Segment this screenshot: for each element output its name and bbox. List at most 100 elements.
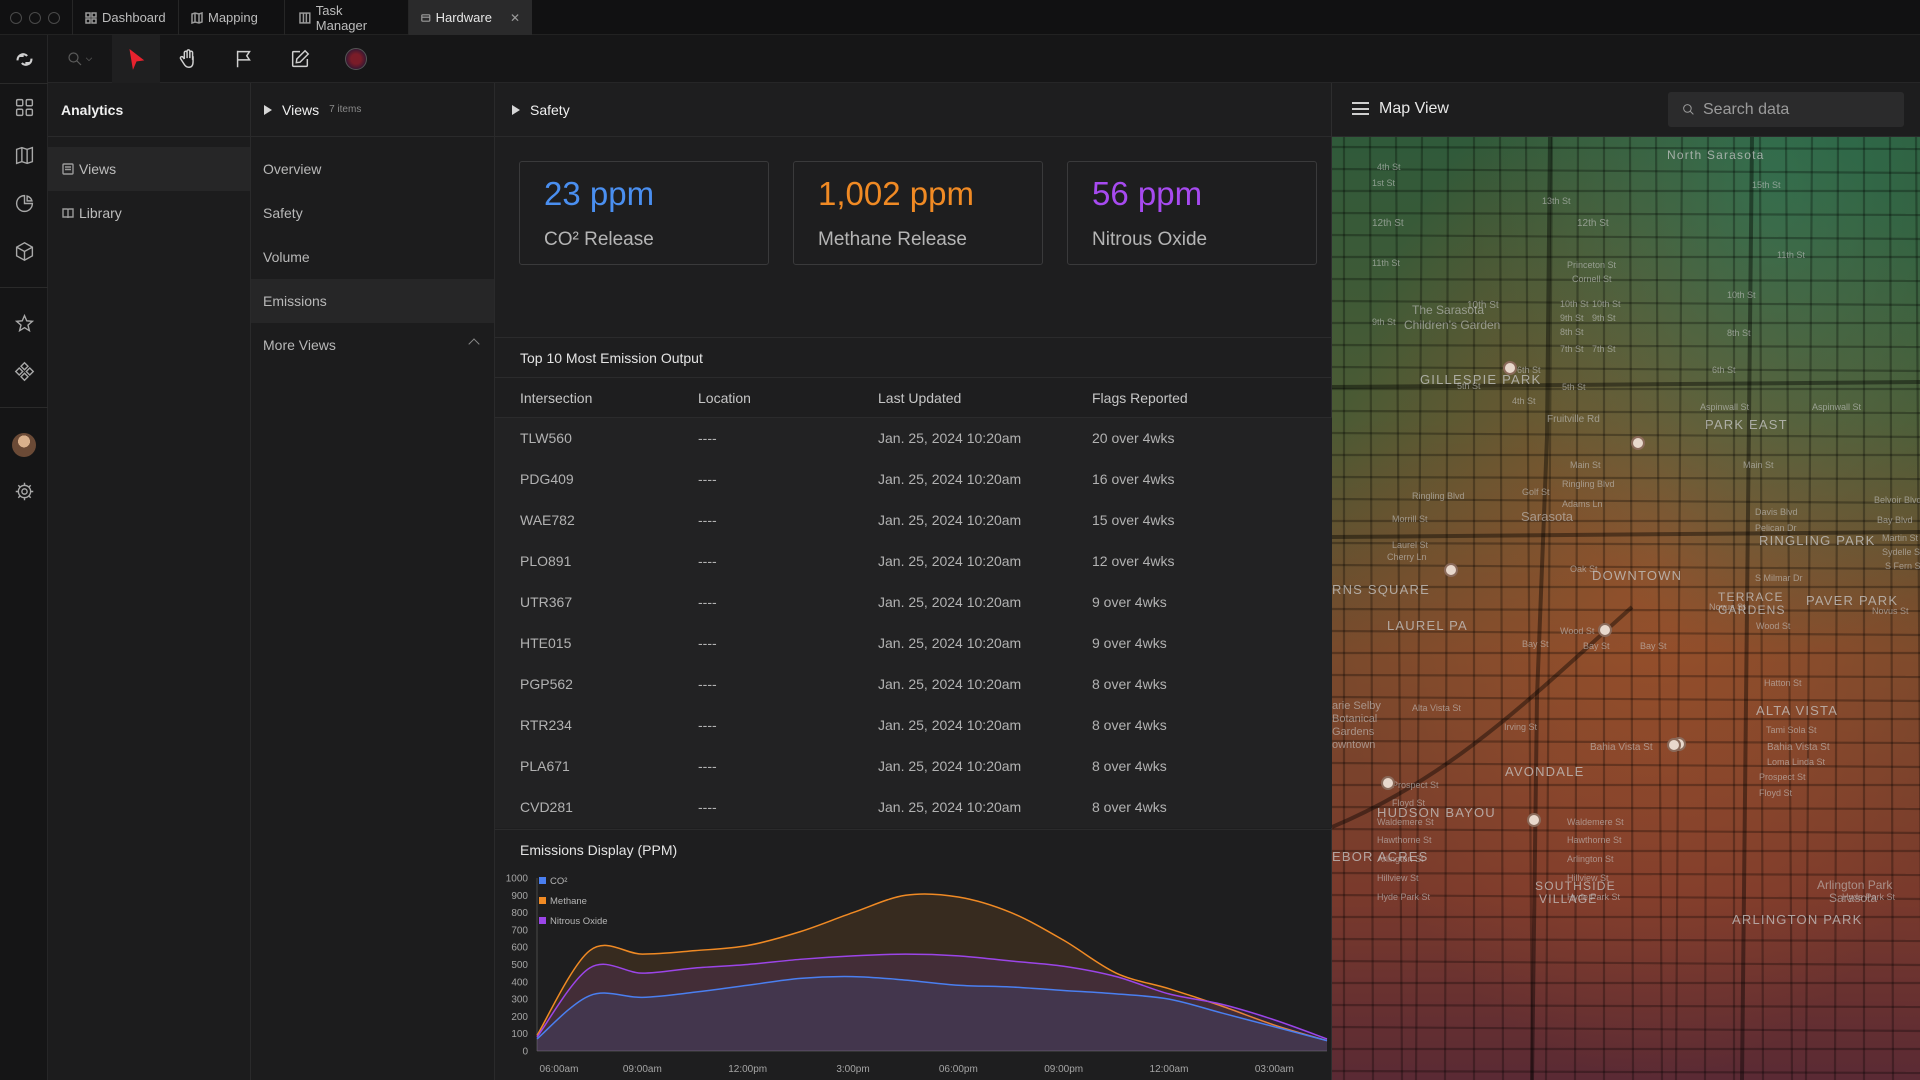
map-marker[interactable]	[1381, 776, 1395, 790]
tab-mapping[interactable]: Mapping	[178, 0, 284, 35]
nav-item-library[interactable]: Library	[48, 191, 250, 235]
view-item-volume[interactable]: Volume	[251, 235, 494, 279]
column-header[interactable]: Flags Reported	[1092, 377, 1332, 418]
table-row[interactable]: TLW560 ---- Jan. 25, 2024 10:20am 20 over 4…	[495, 417, 1332, 459]
map-label: Sarasota	[1521, 509, 1574, 524]
edit-tool-button[interactable]	[284, 43, 316, 75]
view-item-emissions[interactable]: Emissions	[251, 279, 494, 323]
map-label: 9th St	[1592, 313, 1616, 323]
map-label: owntown	[1332, 739, 1375, 751]
maximize-window-button[interactable]	[48, 12, 60, 24]
map-marker[interactable]	[1667, 738, 1681, 752]
table-row[interactable]: PDG409 ---- Jan. 25, 2024 10:20am 16 over 4…	[495, 458, 1332, 500]
map-label: Bay Blvd	[1877, 515, 1913, 525]
column-header[interactable]: Last Updated	[878, 377, 1092, 418]
table-row[interactable]: RTR234 ---- Jan. 25, 2024 10:20am 8 over 4w…	[495, 704, 1332, 746]
table-row[interactable]: WAE782 ---- Jan. 25, 2024 10:20am 15 over 4…	[495, 499, 1332, 541]
map-label: Waldemere St	[1377, 817, 1434, 827]
legend-swatch	[539, 917, 546, 924]
flag-icon	[236, 50, 251, 68]
map-label: Main St	[1570, 460, 1601, 470]
map-label: Martin St	[1882, 533, 1919, 543]
menu-icon[interactable]	[1352, 102, 1369, 115]
close-window-button[interactable]	[10, 12, 22, 24]
intersection-cell: PLO891	[520, 553, 572, 569]
avatar[interactable]	[12, 433, 36, 457]
zoom-dropdown[interactable]	[58, 43, 102, 75]
location-cell: ----	[698, 553, 717, 569]
table-row[interactable]: UTR367 ---- Jan. 25, 2024 10:20am 9 over 4w…	[495, 581, 1332, 623]
map-header: Map View	[1332, 83, 1920, 137]
metric-label: Methane Release	[818, 229, 967, 250]
cube-icon[interactable]	[12, 239, 36, 263]
tab-dashboard[interactable]: Dashboard	[72, 0, 178, 35]
minimize-window-button[interactable]	[29, 12, 41, 24]
map-label: 4th St	[1512, 396, 1536, 406]
hand-tool-button[interactable]	[172, 43, 204, 75]
nav-item-views[interactable]: Views	[48, 147, 250, 191]
map-label: Adams Ln	[1562, 499, 1603, 509]
view-item-overview[interactable]: Overview	[251, 147, 494, 191]
intersection-cell: PDG409	[520, 471, 574, 487]
gear-icon[interactable]	[12, 479, 36, 503]
map-label: 1st St	[1372, 178, 1396, 188]
view-item-safety[interactable]: Safety	[251, 191, 494, 235]
hand-icon	[179, 49, 194, 68]
tab-hardware[interactable]: Hardware ✕	[408, 0, 532, 35]
intersection-cell: TLW560	[520, 430, 572, 447]
column-header[interactable]: Intersection	[495, 377, 698, 418]
grid-icon[interactable]	[12, 95, 36, 119]
map-label: 6th St	[1712, 365, 1736, 375]
table-row[interactable]: CVD281 ---- Jan. 25, 2024 10:20am 8 over 4w…	[495, 786, 1332, 828]
table-row[interactable]: PLO891 ---- Jan. 25, 2024 10:20am 12 over 4…	[495, 540, 1332, 582]
close-tab-icon[interactable]: ✕	[510, 11, 520, 25]
map-marker[interactable]	[1598, 623, 1612, 637]
components-icon[interactable]	[12, 359, 36, 383]
column-header[interactable]: Location	[698, 377, 878, 418]
flags-cell: 9 over 4wks	[1092, 635, 1167, 651]
chevron-down-icon	[85, 57, 93, 62]
tab-task-manager[interactable]: Task Manager	[284, 0, 408, 35]
flag-tool-button[interactable]	[228, 43, 260, 75]
safety-header[interactable]: Safety	[495, 83, 1331, 137]
pointer-icon	[129, 49, 145, 70]
star-icon[interactable]	[12, 311, 36, 335]
table-row[interactable]: PGP562 ---- Jan. 25, 2024 10:20am 8 over 4w…	[495, 663, 1332, 705]
map-label: 10th St	[1560, 299, 1589, 309]
app-logo-icon[interactable]	[12, 47, 36, 71]
analytics-pie-icon[interactable]	[12, 191, 36, 215]
last-updated-cell: Jan. 25, 2024 10:20am	[878, 512, 1022, 528]
intersection-cell: UTR367	[520, 594, 573, 610]
map-marker[interactable]	[1503, 361, 1517, 375]
map-marker[interactable]	[1527, 813, 1541, 827]
search-box[interactable]	[1668, 92, 1904, 127]
map-label: Ringling Blvd	[1562, 479, 1615, 489]
map-marker[interactable]	[1631, 436, 1645, 450]
pointer-tool-button[interactable]	[112, 35, 160, 83]
flags-cell: 8 over 4wks	[1092, 717, 1167, 733]
last-updated-cell: Jan. 25, 2024 10:20am	[878, 758, 1022, 774]
record-indicator[interactable]	[340, 43, 372, 75]
map-label: RINGLING PARK	[1759, 533, 1876, 548]
y-tick-label: 600	[511, 943, 528, 954]
map-label: Davis Blvd	[1755, 507, 1798, 517]
search-input[interactable]	[1703, 100, 1893, 119]
map-icon[interactable]	[12, 143, 36, 167]
y-tick-label: 500	[511, 960, 528, 971]
table-row[interactable]: HTE015 ---- Jan. 25, 2024 10:20am 9 over 4w…	[495, 622, 1332, 664]
views-header[interactable]: Views 7 items	[251, 83, 494, 137]
map-label: Loma Linda St	[1767, 757, 1826, 767]
y-tick-label: 900	[511, 891, 528, 902]
heatmap[interactable]: North Sarasota The Sarasota Children's Gar…	[1332, 137, 1920, 1080]
x-tick-label: 12:00am	[1150, 1064, 1189, 1075]
view-item-more-views[interactable]: More Views	[251, 323, 494, 367]
map-title: Map View	[1379, 100, 1449, 117]
book-icon	[62, 208, 74, 219]
table-row[interactable]: PLA671 ---- Jan. 25, 2024 10:20am 8 over 4w…	[495, 745, 1332, 787]
intersection-cell: PLA671	[520, 758, 570, 774]
map-marker[interactable]	[1444, 563, 1458, 577]
flags-cell: 15 over 4wks	[1092, 512, 1175, 528]
table-header-row: Intersection Location Last Updated Flags…	[495, 377, 1332, 418]
map-canvas[interactable]: North SarasotaThe SarasotaChildren's Gar…	[1332, 137, 1920, 1080]
chevron-up-icon	[468, 338, 480, 350]
